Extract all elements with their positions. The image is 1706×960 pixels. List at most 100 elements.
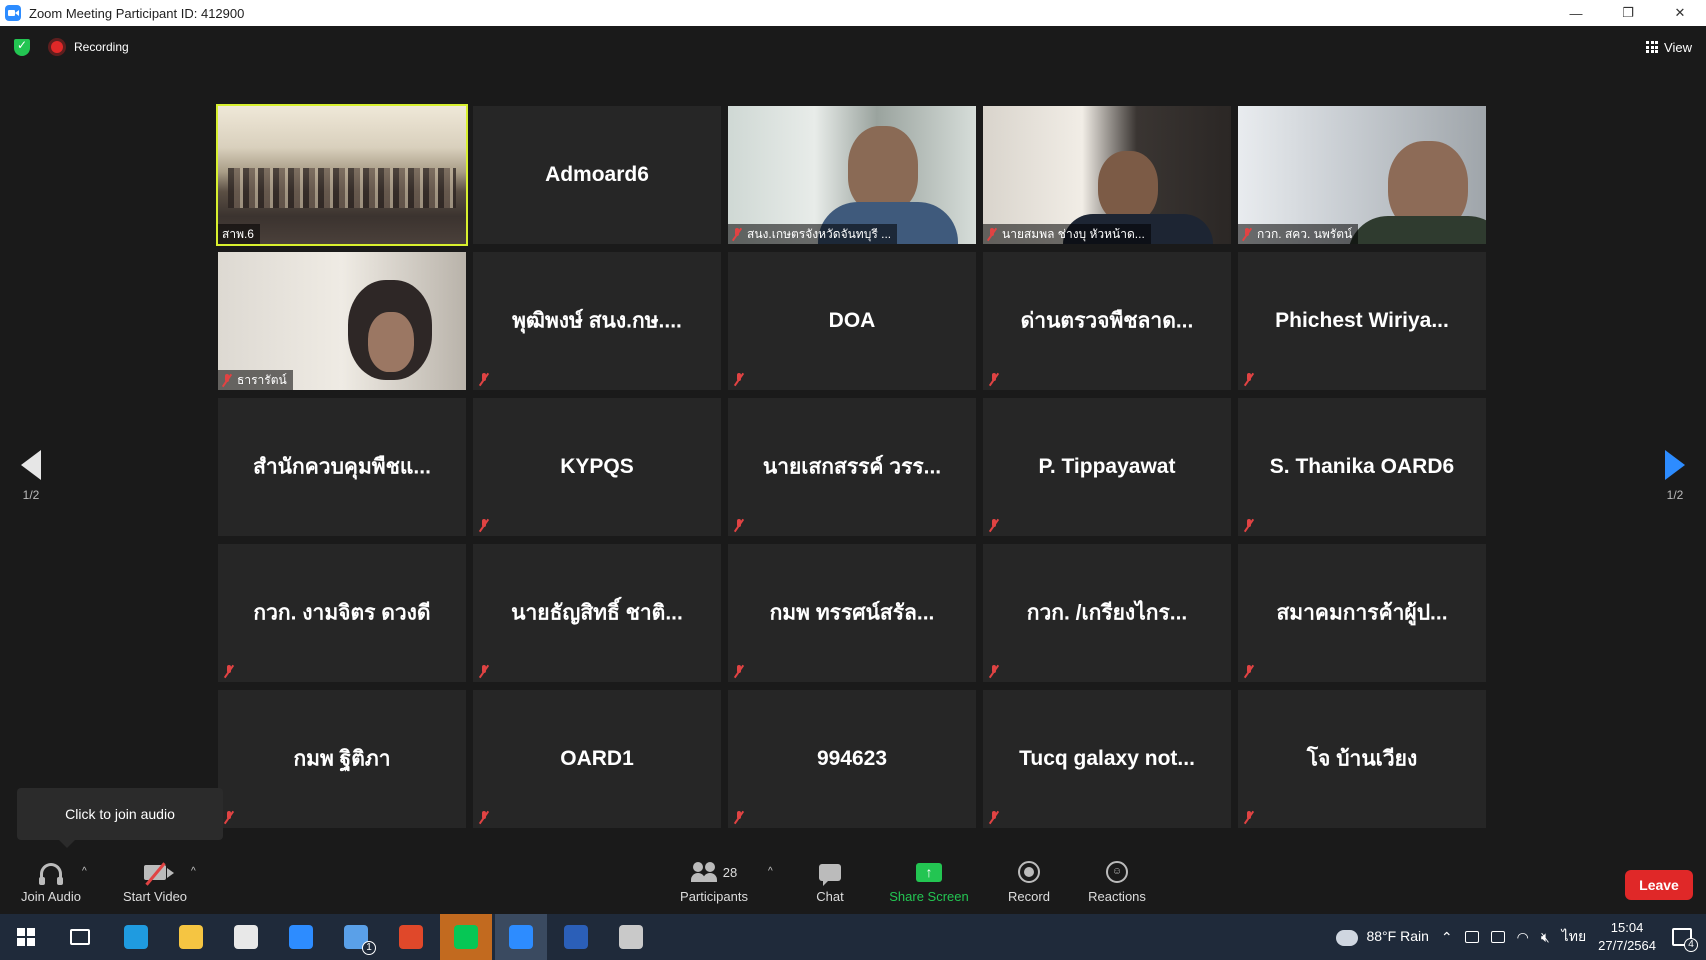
taskbar-app-line[interactable]	[440, 914, 492, 960]
taskbar-app-lumin[interactable]	[275, 914, 327, 960]
join-audio-tooltip[interactable]: Click to join audio	[17, 788, 223, 848]
previous-page-button[interactable]: 1/2	[6, 450, 56, 502]
minimize-button[interactable]: —	[1550, 0, 1602, 26]
participants-button[interactable]: 28 Participants	[672, 848, 756, 914]
video-off-icon	[144, 864, 174, 880]
participants-options-caret[interactable]: ^	[768, 866, 773, 877]
battery-icon[interactable]	[1490, 931, 1505, 943]
taskbar-app-edge[interactable]	[110, 914, 162, 960]
participant-tile[interactable]: ด่านตรวจพืชลาด...	[983, 252, 1231, 390]
share-screen-button[interactable]: Share Screen	[884, 848, 974, 914]
participant-tile[interactable]: DOA	[728, 252, 976, 390]
participant-tile[interactable]: สำนักควบคุมพืชแ...	[218, 398, 466, 536]
participant-tile[interactable]: S. Thanika OARD6	[1238, 398, 1486, 536]
hidden-icons-chevron-icon[interactable]: ⌃	[1441, 929, 1453, 946]
leave-button[interactable]: Leave	[1625, 870, 1693, 900]
meeting-toolbar: Join Audio ^ Start Video ^ 28 Participan…	[0, 848, 1706, 914]
record-button[interactable]: Record	[1000, 848, 1058, 914]
close-button[interactable]: ✕	[1654, 0, 1706, 26]
mic-muted-icon	[734, 373, 744, 386]
view-button[interactable]: View	[1646, 36, 1692, 58]
wifi-icon[interactable]: ◠	[1517, 929, 1529, 946]
participant-tile[interactable]: กวก. งามจิตร ดวงดี	[218, 544, 466, 682]
speaker-muted-icon[interactable]: 🔇︎	[1541, 929, 1550, 946]
start-video-button[interactable]: Start Video	[116, 848, 194, 914]
participant-tile[interactable]: Tucq galaxy not...	[983, 690, 1231, 828]
lumin-icon	[289, 925, 313, 949]
mic-muted-icon	[222, 373, 232, 387]
participant-tile[interactable]: กวก. /เกรียงไกร...	[983, 544, 1231, 682]
participant-tile[interactable]: ธารารัตน์	[218, 252, 466, 390]
edge-icon	[124, 925, 148, 949]
zoom-logo-icon	[5, 5, 21, 21]
participant-tile[interactable]: กวก. สคว. นพรัตน์	[1238, 106, 1486, 244]
participant-tile[interactable]: โจ บ้านเวียง	[1238, 690, 1486, 828]
participants-label: Participants	[680, 889, 748, 904]
input-language[interactable]: ไทย	[1562, 926, 1586, 948]
participant-tile[interactable]: สาพ.6	[216, 104, 468, 246]
windows-icon	[17, 928, 35, 946]
participant-tile[interactable]: สมาคมการค้าผู้ป...	[1238, 544, 1486, 682]
participant-tile[interactable]: กมพ ทรรศน์สรัล...	[728, 544, 976, 682]
participant-tile[interactable]: พุฒิพงษ์ สนง.กษ....	[473, 252, 721, 390]
windows-taskbar: 1 88°F Rain ⌃ ◠ 🔇︎ ไทย 15:04 27/7/2564 4	[0, 914, 1706, 960]
notification-center-icon[interactable]: 4	[1672, 928, 1698, 952]
mic-muted-icon	[224, 811, 234, 824]
mic-muted-icon	[989, 665, 999, 678]
participant-name: สมาคมการค้าผู้ป...	[1276, 601, 1448, 625]
people-search-icon	[619, 925, 643, 949]
security-shield-icon[interactable]	[14, 38, 30, 56]
recording-dot-icon	[51, 41, 63, 53]
taskbar-app-people-search[interactable]	[605, 914, 657, 960]
window-title-bar: Zoom Meeting Participant ID: 412900 — ❐ …	[0, 0, 1706, 26]
mail-icon: 1	[344, 925, 376, 955]
notification-badge: 4	[1684, 938, 1698, 952]
participant-tile[interactable]: นายธัญสิทธิ์ ชาติ...	[473, 544, 721, 682]
join-audio-button[interactable]: Join Audio	[14, 848, 88, 914]
zoom-icon	[509, 925, 533, 949]
participant-tile[interactable]: Admoard6	[473, 106, 721, 244]
video-options-caret[interactable]: ^	[191, 866, 196, 877]
taskbar-app-mail[interactable]: 1	[330, 914, 382, 960]
audio-options-caret[interactable]: ^	[82, 866, 87, 877]
participant-label-bar: นายสมพล ช่างบุ หัวหน้าด...	[983, 224, 1151, 244]
meeting-area: Recording View 1/2 1/2 สาพ.6 Admoard6 สนง.…	[0, 26, 1706, 848]
mic-muted-icon	[479, 665, 489, 678]
next-page-button[interactable]: 1/2	[1650, 450, 1700, 502]
office-icon	[399, 925, 423, 949]
participant-tile[interactable]: นายเสกสรรค์ วรร...	[728, 398, 976, 536]
participant-tile[interactable]: Phichest Wiriya...	[1238, 252, 1486, 390]
clock[interactable]: 15:04 27/7/2564	[1598, 919, 1656, 955]
file-explorer-icon	[179, 925, 203, 949]
weather-widget[interactable]: 88°F Rain	[1336, 928, 1429, 946]
word-icon	[564, 925, 588, 949]
restore-button[interactable]: ❐	[1602, 0, 1654, 26]
taskbar-app-store[interactable]	[220, 914, 272, 960]
participant-tile[interactable]: นายสมพล ช่างบุ หัวหน้าด...	[983, 106, 1231, 244]
taskbar-app-office[interactable]	[385, 914, 437, 960]
mic-muted-icon	[479, 519, 489, 532]
participant-tile[interactable]: สนง.เกษตรจังหวัดจันทบุรี ...	[728, 106, 976, 244]
participant-tile[interactable]: KYPQS	[473, 398, 721, 536]
meeting-top-bar: Recording View	[0, 26, 1706, 68]
task-view-button[interactable]	[54, 914, 106, 960]
mic-muted-icon	[1244, 373, 1254, 386]
participant-name: ด่านตรวจพืชลาด...	[1020, 309, 1194, 333]
meet-now-icon[interactable]	[1464, 931, 1479, 943]
participant-name: โจ บ้านเวียง	[1306, 747, 1418, 771]
participant-tile[interactable]: P. Tippayawat	[983, 398, 1231, 536]
reactions-button[interactable]: ☺ Reactions	[1082, 848, 1152, 914]
participant-tile[interactable]: OARD1	[473, 690, 721, 828]
taskbar-app-file-explorer[interactable]	[165, 914, 217, 960]
taskbar-app-word[interactable]	[550, 914, 602, 960]
participant-label-bar: สาพ.6	[218, 224, 260, 244]
participant-tile[interactable]: 994623	[728, 690, 976, 828]
chat-button[interactable]: Chat	[806, 848, 854, 914]
start-button[interactable]	[0, 914, 52, 960]
taskbar-app-zoom[interactable]	[495, 914, 547, 960]
mic-muted-icon	[479, 811, 489, 824]
participant-tile[interactable]: กมพ ฐิติภา	[218, 690, 466, 828]
mic-muted-icon	[1244, 665, 1254, 678]
rain-cloud-icon	[1336, 929, 1359, 946]
mic-muted-icon	[734, 665, 744, 678]
